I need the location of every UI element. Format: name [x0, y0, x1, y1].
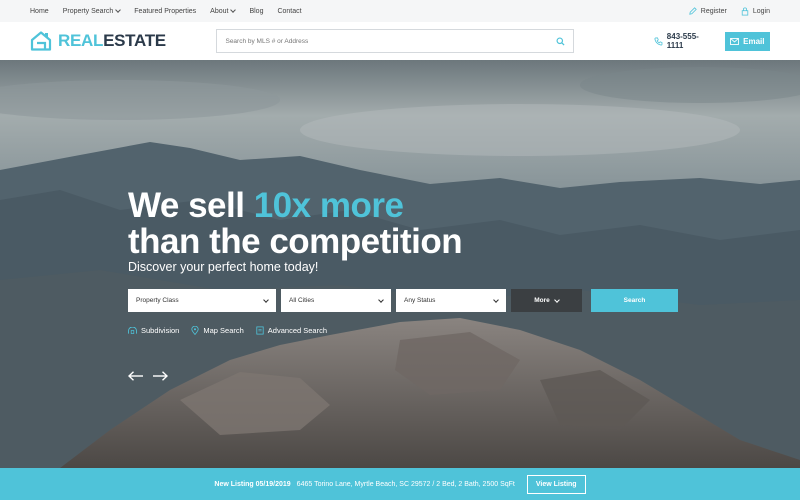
advanced-search-label: Advanced Search [267, 326, 328, 335]
map-pin-icon [191, 326, 199, 335]
search-button-label: Search [623, 297, 646, 304]
logo-text-estate: ESTATE [103, 31, 166, 50]
register-link[interactable]: Register [689, 7, 727, 15]
more-label: More [534, 297, 550, 304]
login-label: Login [752, 7, 770, 15]
nav-property-search-label: Property Search [62, 7, 114, 15]
view-listing-button[interactable]: View Listing [526, 474, 586, 494]
nav-home[interactable]: Home [30, 8, 49, 15]
nav-blog-label: Blog [249, 7, 264, 15]
chevron-down-icon [493, 296, 499, 303]
arrow-left-icon[interactable] [128, 371, 144, 381]
logo-text-real: REAL [58, 31, 104, 50]
nav-contact-label: Contact [277, 7, 302, 15]
phone-number[interactable]: 843-555-1111 [654, 32, 715, 50]
headline-accent: 10x more [253, 186, 404, 225]
main-menu: Home Property Search Featured Properties… [30, 7, 302, 15]
chevron-down-icon [553, 296, 560, 303]
more-filters-button[interactable]: More [511, 289, 582, 312]
chevron-down-icon [263, 296, 269, 303]
nav-home-label: Home [30, 7, 49, 15]
subdivision-link[interactable]: Subdivision [128, 326, 179, 335]
lock-icon [741, 7, 749, 15]
phone-label: 843-555-1111 [666, 32, 699, 50]
status-value: Any Status [404, 297, 436, 304]
register-label: Register [700, 7, 727, 15]
nav-about[interactable]: About [210, 7, 237, 15]
nav-about-label: About [210, 7, 229, 15]
search-button[interactable]: Search [591, 289, 678, 312]
new-listing-date: New Listing 05/19/2019 [214, 480, 291, 488]
nav-property-search[interactable]: Property Search [62, 7, 122, 15]
subdivision-icon [128, 327, 137, 334]
new-listing-bar: New Listing 05/19/2019 6465 Torino Lane,… [0, 468, 800, 500]
hero-banner: We sell 10x more than the competition Di… [0, 60, 800, 468]
envelope-icon [730, 37, 739, 45]
map-search-label: Map Search [203, 326, 244, 335]
top-nav: Home Property Search Featured Properties… [0, 0, 800, 22]
search-filters: Property Class All Cities Any Status Mor… [128, 289, 678, 312]
nav-blog[interactable]: Blog [249, 8, 263, 15]
nav-featured-properties[interactable]: Featured Properties [134, 8, 196, 15]
search-links: Subdivision Map Search Advanced Search [128, 326, 327, 335]
site-header: REALESTATE 843-555-1111 Email [0, 22, 800, 60]
advanced-search-icon [256, 326, 264, 335]
map-search-link[interactable]: Map Search [191, 326, 244, 335]
hero-subtitle: Discover your perfect home today! [128, 260, 319, 274]
nav-featured-label: Featured Properties [134, 7, 197, 15]
chevron-down-icon [115, 7, 122, 13]
city-value: All Cities [289, 297, 315, 304]
status-select[interactable]: Any Status [396, 289, 506, 312]
chevron-down-icon [230, 7, 237, 13]
slider-arrows [128, 371, 168, 381]
login-link[interactable]: Login [741, 7, 770, 16]
nav-contact[interactable]: Contact [277, 8, 301, 15]
search-input[interactable] [225, 37, 556, 45]
search-icon[interactable] [556, 36, 565, 46]
view-listing-label: View Listing [535, 480, 577, 488]
property-class-select[interactable]: Property Class [128, 289, 276, 312]
advanced-search-link[interactable]: Advanced Search [256, 326, 327, 335]
mountain-background-image [0, 60, 800, 468]
chevron-down-icon [378, 296, 384, 303]
phone-icon [654, 37, 663, 45]
search-box [216, 29, 574, 53]
arrow-right-icon[interactable] [152, 371, 168, 381]
headline-line2: than the competition [128, 222, 463, 261]
account-links: Register Login [689, 7, 770, 16]
city-select[interactable]: All Cities [281, 289, 391, 312]
pencil-icon [689, 7, 697, 15]
property-class-value: Property Class [136, 297, 179, 304]
site-logo[interactable]: REALESTATE [30, 31, 216, 51]
house-logo-icon [30, 31, 52, 51]
subdivision-label: Subdivision [141, 326, 180, 335]
email-button[interactable]: Email [724, 31, 770, 51]
headline-part1: We sell [128, 186, 254, 225]
hero-headline: We sell 10x more than the competition [128, 186, 463, 261]
listing-details: 6465 Torino Lane, Myrtle Beach, SC 29572… [296, 480, 515, 488]
email-label: Email [743, 36, 765, 46]
